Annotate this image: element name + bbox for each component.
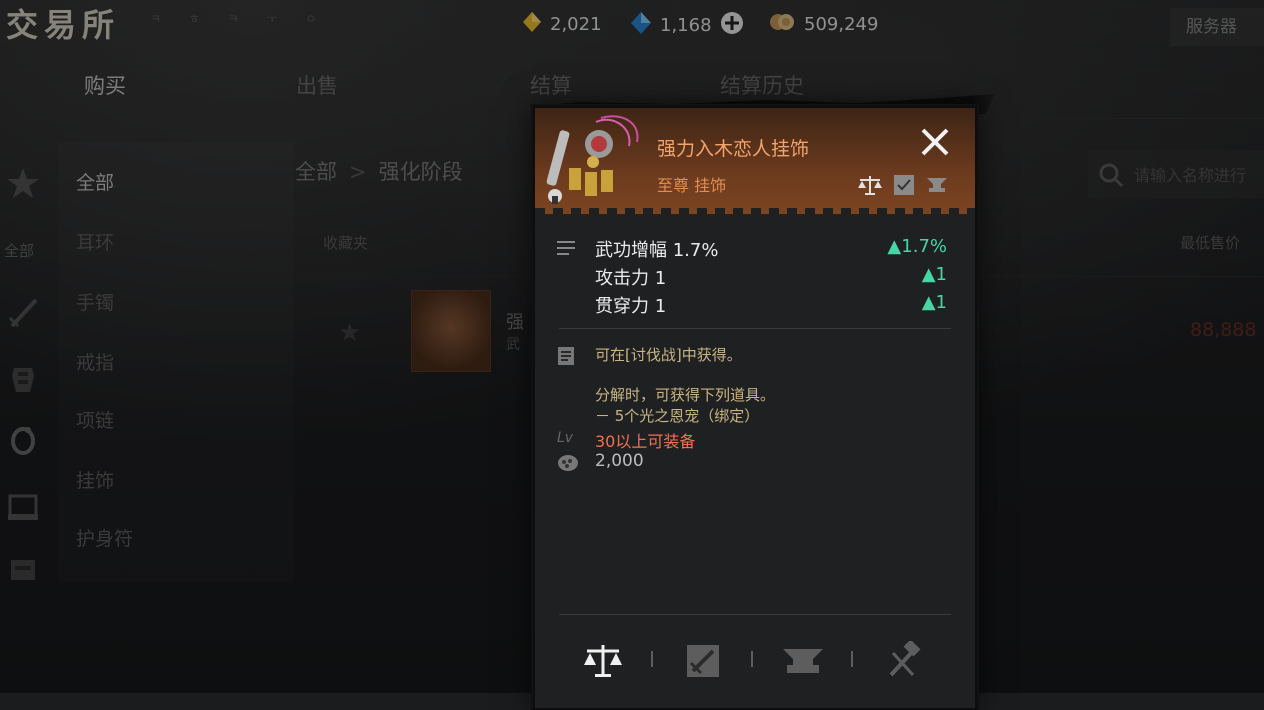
document-icon [557,346,575,370]
stats-divider [559,328,951,329]
tradeable-scale-icon [857,174,883,200]
item-source: 可在[讨伐战]中获得。 [595,346,742,364]
stat-1-delta: ▲1.7% [887,236,947,257]
level-requirement: 30以上可装备 [595,432,696,451]
tooltip-actions [535,639,975,701]
tooltip-header: 强力入木恋人挂饰 至尊 挂饰 [535,108,975,214]
scale-icon[interactable] [583,641,623,681]
stat-3-delta: ▲1 [921,292,947,313]
item-tooltip: 强力入木恋人挂饰 至尊 挂饰 武功增幅 1.7% ▲1.7% 攻击力 1 ▲1 … [533,106,977,710]
stats-list-icon [557,240,577,260]
stat-1: 武功增幅 1.7% [595,240,719,261]
stat-2: 攻击力 1 [595,268,667,289]
item-name-title: 强力入木恋人挂饰 [657,138,810,160]
stat-2-delta: ▲1 [921,264,947,285]
close-icon[interactable] [915,122,955,162]
pendant-icon [541,112,647,210]
stat-3: 贯穿力 1 [595,296,667,317]
price-coin-icon [557,454,579,476]
disassemble-item: － 5个光之恩宠（绑定） [595,407,760,425]
check-box-icon [893,174,915,200]
anvil-small-icon [925,174,949,200]
item-grade: 至尊 挂饰 [657,176,727,195]
action-separator-2 [751,651,753,667]
level-icon: Lv [557,430,574,446]
anvil-icon[interactable] [781,641,823,681]
header-icons [857,174,949,200]
item-sell-price: 2,000 [595,451,644,471]
sword-check-icon[interactable] [683,641,723,681]
action-separator-1 [651,651,653,667]
bottom-divider [559,614,951,615]
hammer-icon[interactable] [883,639,923,681]
action-separator-3 [851,651,853,667]
disassemble-title: 分解时，可获得下列道具。 [595,386,776,404]
